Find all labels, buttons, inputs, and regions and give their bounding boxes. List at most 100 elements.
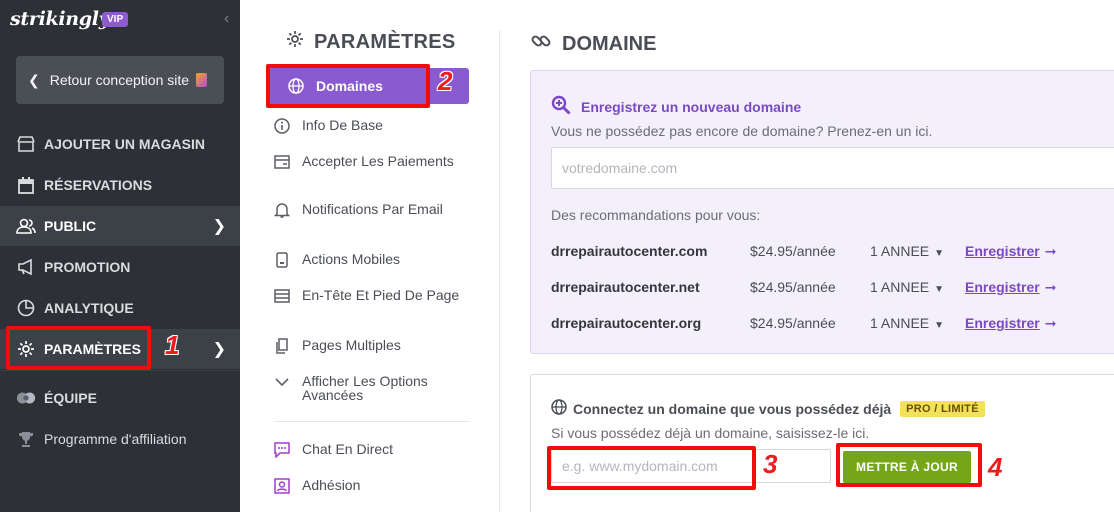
register-link[interactable]: Enregistrer <box>965 279 1040 295</box>
settings-item-basic-info[interactable]: Info De Base <box>274 118 470 134</box>
list-item: drrepairautocenter.net $24.95/année 1 AN… <box>551 277 1111 297</box>
annotation-box-4 <box>836 443 982 487</box>
new-domain-input[interactable]: votredomaine.com <box>551 147 1114 189</box>
settings-divider <box>274 421 470 422</box>
settings-item-advanced-options[interactable]: Afficher Les Options Avancées <box>274 374 470 402</box>
chevron-left-icon: ❮ <box>28 71 40 88</box>
caret-down-icon: ▼ <box>934 320 945 331</box>
sidebar-item-public[interactable]: PUBLIC ❯ <box>0 206 240 246</box>
settings-item-label: Notifications Par Email <box>302 201 443 217</box>
settings-item-label: Info De Base <box>302 117 383 133</box>
sidebar-item-team[interactable]: ÉQUIPE <box>0 378 240 418</box>
connect-domain-heading: Connectez un domaine que vous possédez d… <box>551 399 985 418</box>
megaphone-icon <box>16 257 36 277</box>
settings-item-label: En-Tête Et Pied De Page <box>302 287 460 303</box>
term-select-value: 1 ANNEE <box>870 243 930 259</box>
main-content: DOMAINE Enregistrez un nouveau domaine V… <box>500 0 1114 512</box>
settings-item-label: Actions Mobiles <box>302 251 401 267</box>
team-icon <box>16 388 36 408</box>
bell-icon <box>274 202 290 218</box>
sidebar-item-reservations[interactable]: RÉSERVATIONS <box>0 165 240 205</box>
collapse-sidebar-icon[interactable]: ‹ <box>224 10 229 28</box>
settings-item-label: Accepter Les Paiements <box>302 153 454 169</box>
arrow-right-icon: ➞ <box>1044 314 1057 331</box>
layout-icon <box>274 288 290 304</box>
settings-item-membership[interactable]: Adhésion <box>274 478 470 494</box>
register-domain-heading: Enregistrez un nouveau domaine <box>551 95 801 118</box>
term-select[interactable]: 1 ANNEE ▼ <box>870 279 965 295</box>
settings-item-label: Pages Multiples <box>302 337 401 353</box>
domain-price: $24.95/année <box>750 279 836 295</box>
mobile-icon <box>274 252 290 268</box>
list-item: drrepairautocenter.com $24.95/année 1 AN… <box>551 241 1111 261</box>
settings-item-email-notifications[interactable]: Notifications Par Email <box>274 202 470 218</box>
annotation-box-1 <box>6 326 151 370</box>
term-select[interactable]: 1 ANNEE ▼ <box>870 315 965 331</box>
annotation-number-1: 1 <box>165 330 180 360</box>
term-select-value: 1 ANNEE <box>870 279 930 295</box>
calendar-icon <box>16 175 36 195</box>
register-link[interactable]: Enregistrer <box>965 243 1040 259</box>
recommended-domain: drrepairautocenter.org <box>551 315 702 331</box>
connect-subtitle: Si vous possédez déjà un domaine, saisis… <box>551 425 870 441</box>
term-select[interactable]: 1 ANNEE ▼ <box>870 243 965 259</box>
register-link[interactable]: Enregistrer <box>965 315 1040 331</box>
annotation-box-2 <box>266 64 430 108</box>
globe-icon <box>551 399 567 418</box>
sidebar-item-label: ANALYTIQUE <box>44 300 134 316</box>
sidebar: strikingly VIP ‹ ❮ Retour conception sit… <box>0 0 240 512</box>
sidebar-item-analytics[interactable]: ANALYTIQUE <box>0 288 240 328</box>
pages-icon <box>274 338 290 354</box>
link-icon <box>530 30 552 58</box>
settings-item-label: Adhésion <box>302 477 361 493</box>
sidebar-item-label: PUBLIC <box>44 218 97 234</box>
sidebar-item-label: RÉSERVATIONS <box>44 177 153 193</box>
back-to-design-button[interactable]: ❮ Retour conception site <box>16 56 224 104</box>
pro-badge: PRO / LIMITÉ <box>900 400 985 417</box>
sidebar-item-promotion[interactable]: PROMOTION <box>0 247 240 287</box>
list-item: drrepairautocenter.org $24.95/année 1 AN… <box>551 313 1111 333</box>
sidebar-item-affiliate[interactable]: Programme d'affiliation <box>0 419 240 459</box>
annotation-box-3 <box>547 446 756 490</box>
settings-item-payments[interactable]: Accepter Les Paiements <box>274 154 470 170</box>
gear-icon <box>286 30 304 54</box>
settings-item-mobile-actions[interactable]: Actions Mobiles <box>274 252 470 268</box>
annotation-number-2: 2 <box>438 66 453 96</box>
vip-badge: VIP <box>102 12 129 27</box>
settings-item-label: Chat En Direct <box>302 441 394 457</box>
trophy-icon <box>16 429 36 449</box>
settings-title: PARAMÈTRES <box>286 30 456 54</box>
users-icon <box>16 216 36 236</box>
caret-down-icon: ▼ <box>934 248 945 259</box>
annotation-number-4: 4 <box>988 452 1003 482</box>
register-subtitle: Vous ne possédez pas encore de domaine? … <box>551 123 933 139</box>
caret-down-icon: ▼ <box>934 284 945 295</box>
recommended-domain: drrepairautocenter.com <box>551 243 708 259</box>
connect-heading-text: Connectez un domaine que vous possédez d… <box>573 400 892 417</box>
settings-title-text: PARAMÈTRES <box>314 30 456 53</box>
search-plus-icon <box>551 95 571 118</box>
settings-item-header-footer[interactable]: En-Tête Et Pied De Page <box>274 288 470 304</box>
settings-item-label: Afficher Les Options Avancées <box>302 373 428 403</box>
brand-logo[interactable]: strikingly <box>10 8 110 30</box>
chevron-right-icon: ❯ <box>212 218 226 235</box>
member-icon <box>274 478 290 494</box>
connect-domain-card: Connectez un domaine que vous possédez d… <box>530 374 1114 512</box>
info-icon <box>274 118 290 134</box>
store-icon <box>16 134 36 154</box>
settings-item-live-chat[interactable]: Chat En Direct <box>274 442 470 458</box>
page-title-text: DOMAINE <box>562 32 657 55</box>
pie-chart-icon <box>16 298 36 318</box>
back-button-label: Retour conception site <box>49 72 190 88</box>
settings-item-multiple-pages[interactable]: Pages Multiples <box>274 338 470 354</box>
sidebar-divider <box>0 370 240 371</box>
arrow-right-icon: ➞ <box>1044 242 1057 259</box>
arrow-right-icon: ➞ <box>1044 278 1057 295</box>
sidebar-item-store[interactable]: AJOUTER UN MAGASIN <box>0 124 240 164</box>
sidebar-item-label: AJOUTER UN MAGASIN <box>44 136 206 152</box>
annotation-number-3: 3 <box>763 449 778 479</box>
page-title: DOMAINE <box>530 30 656 58</box>
recommendations-label: Des recommandations pour vous: <box>551 207 761 223</box>
chevron-down-icon <box>274 374 290 390</box>
wallet-icon <box>274 154 290 170</box>
